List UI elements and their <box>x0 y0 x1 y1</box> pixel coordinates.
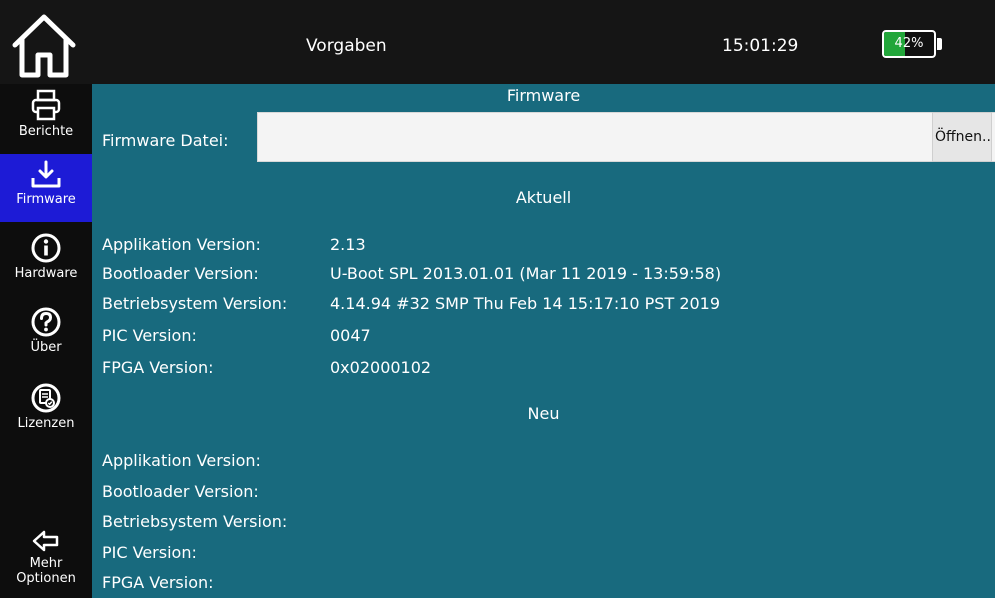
clock: 15:01:29 <box>722 36 799 56</box>
top-bar: Vorgaben 15:01:29 42% <box>0 0 995 84</box>
current-app-version-value: 2.13 <box>330 235 366 254</box>
home-button[interactable] <box>6 10 82 80</box>
sidebar-item-label: Firmware <box>16 192 76 207</box>
current-pic-version-label: PIC Version: <box>102 326 197 345</box>
home-icon <box>12 14 76 78</box>
battery-percent: 42% <box>894 36 924 51</box>
sidebar: Berichte Firmware Hardware Über Lizenzen… <box>0 84 92 598</box>
page-title: Vorgaben <box>306 36 387 56</box>
current-fpga-version-value: 0x02000102 <box>330 358 432 377</box>
help-icon <box>31 307 61 337</box>
device-screen: Vorgaben 15:01:29 42% Berichte Firmware <box>0 0 995 598</box>
sidebar-item-label: Berichte <box>18 124 74 139</box>
current-fpga-version-label: FPGA Version: <box>102 358 214 377</box>
printer-icon <box>31 89 61 121</box>
new-fpga-version-label: FPGA Version: <box>102 573 214 592</box>
sidebar-item-label: Über <box>30 340 62 355</box>
battery-indicator: 42% <box>882 30 936 58</box>
open-button[interactable]: Öffnen.. <box>932 112 992 162</box>
sidebar-item-firmware[interactable]: Firmware <box>0 154 92 222</box>
new-section-title: Neu <box>527 404 560 423</box>
current-app-version-label: Applikation Version: <box>102 235 261 254</box>
current-os-version-label: Betriebsystem Version: <box>102 294 288 313</box>
sidebar-item-berichte[interactable]: Berichte <box>0 84 92 154</box>
new-bootloader-version-label: Bootloader Version: <box>102 482 259 501</box>
firmware-section-title: Firmware <box>506 86 581 105</box>
download-icon <box>31 160 61 188</box>
sidebar-item-lizenzen[interactable]: Lizenzen <box>0 380 92 448</box>
main-panel: Firmware Firmware Datei: Öffnen.. Aktuel… <box>92 84 995 598</box>
current-bootloader-version-label: Bootloader Version: <box>102 264 259 283</box>
new-pic-version-label: PIC Version: <box>102 543 197 562</box>
new-os-version-label: Betriebsystem Version: <box>102 512 288 531</box>
sidebar-item-label: Hardware <box>14 266 78 281</box>
current-bootloader-version-value: U-Boot SPL 2013.01.01 (Mar 11 2019 - 13:… <box>330 264 722 283</box>
sidebar-item-label: Lizenzen <box>17 416 75 431</box>
new-app-version-label: Applikation Version: <box>102 451 261 470</box>
sidebar-item-hardware[interactable]: Hardware <box>0 230 92 300</box>
more-options-label-2: Optionen <box>16 571 76 586</box>
arrow-left-icon <box>32 530 59 552</box>
current-section-title: Aktuell <box>515 188 572 207</box>
more-options-label-1: Mehr <box>29 556 63 571</box>
current-os-version-value: 4.14.94 #32 SMP Thu Feb 14 15:17:10 PST … <box>330 294 721 313</box>
info-icon <box>31 233 61 263</box>
license-icon <box>31 383 61 413</box>
firmware-file-input[interactable] <box>257 112 995 162</box>
current-pic-version-value: 0047 <box>330 326 371 345</box>
sidebar-item-ueber[interactable]: Über <box>0 304 92 372</box>
more-options-button[interactable]: Mehr Optionen <box>0 524 92 598</box>
firmware-file-label: Firmware Datei: <box>102 131 229 150</box>
battery-tip <box>937 38 942 50</box>
